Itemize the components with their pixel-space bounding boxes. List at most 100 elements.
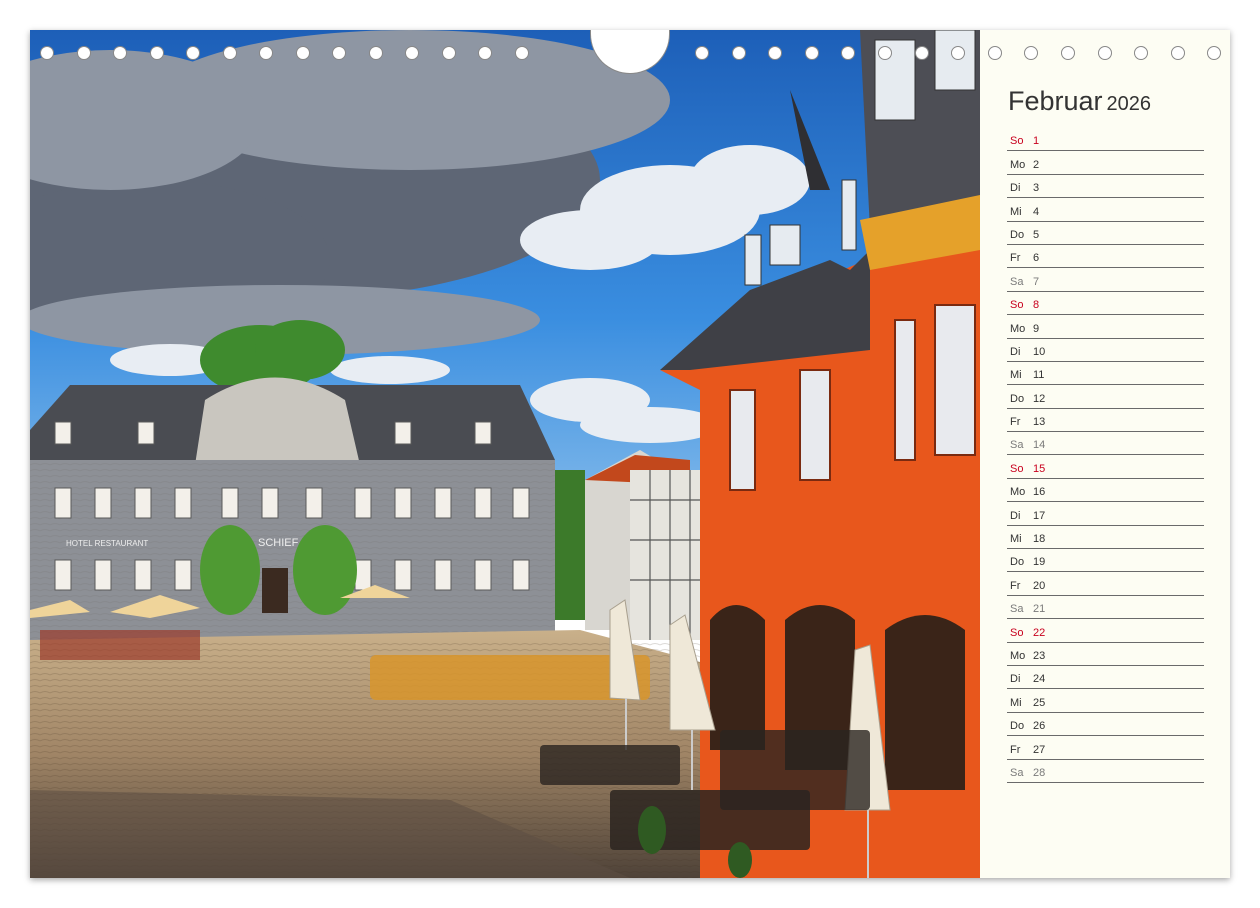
day-row: Do 26 [1007, 713, 1204, 737]
day-number: 17 [1033, 509, 1046, 522]
weekday-label: Mo [1010, 158, 1026, 171]
weekday-label: So [1010, 462, 1024, 475]
binding-ring [478, 46, 492, 60]
day-row: Do 12 [1007, 385, 1204, 409]
binding-ring [113, 46, 127, 60]
weekday-label: Mi [1010, 533, 1022, 546]
day-number: 3 [1033, 182, 1040, 195]
binding-ring [442, 46, 456, 60]
binding-ring [40, 46, 54, 60]
day-row: So 15 [1007, 455, 1204, 479]
binding-ring [768, 46, 782, 60]
binding-ring [259, 46, 273, 60]
day-row: Fr 13 [1007, 409, 1204, 433]
binding-ring [150, 46, 164, 60]
day-row: Fr 27 [1007, 736, 1204, 760]
day-number: 27 [1033, 743, 1046, 756]
day-number: 21 [1033, 603, 1046, 616]
binding-ring [515, 46, 529, 60]
weekday-label: Mo [1010, 486, 1026, 499]
day-row: Do 19 [1007, 549, 1204, 573]
binding-ring [915, 46, 929, 60]
hotel-sign: HOTEL RESTAURANT [66, 539, 148, 548]
binding-ring [296, 46, 310, 60]
weekday-label: Fr [1010, 416, 1021, 429]
day-number: 26 [1033, 720, 1046, 733]
binding-ring [951, 46, 965, 60]
weekday-label: Fr [1010, 252, 1021, 265]
weekday-label: Fr [1010, 743, 1021, 756]
day-number: 10 [1033, 345, 1046, 358]
day-row: Mo 23 [1007, 643, 1204, 666]
binding-ring [1134, 46, 1148, 60]
day-number: 9 [1033, 322, 1040, 335]
weekday-label: Sa [1010, 603, 1024, 616]
day-number: 1 [1033, 135, 1040, 148]
month-name: Februar [1008, 86, 1103, 116]
binding-ring [841, 46, 855, 60]
weekday-label: Sa [1010, 275, 1024, 288]
day-row: So 1 [1007, 128, 1204, 152]
day-row: Di 10 [1007, 339, 1204, 362]
weekday-label: Di [1010, 673, 1021, 686]
weekday-label: Do [1010, 720, 1025, 733]
day-row: Mi 18 [1007, 526, 1204, 550]
weekday-label: Do [1010, 228, 1025, 241]
year-label: 2026 [1106, 93, 1152, 115]
day-row: Di 24 [1007, 666, 1204, 690]
day-row: Sa 14 [1007, 432, 1204, 456]
day-number: 23 [1033, 649, 1046, 662]
binding-ring [1171, 46, 1185, 60]
day-number: 11 [1033, 369, 1045, 382]
day-row: Sa 21 [1007, 596, 1204, 620]
day-number: 7 [1033, 275, 1040, 288]
day-row: Mo 2 [1007, 151, 1204, 175]
hanger-hook [590, 30, 670, 74]
day-row: Mi 4 [1007, 198, 1204, 222]
binding-ring [1207, 46, 1221, 60]
day-number: 6 [1033, 252, 1040, 265]
weekday-label: Di [1010, 509, 1021, 522]
binding-ring [1098, 46, 1112, 60]
day-number: 14 [1033, 439, 1046, 452]
day-number: 8 [1033, 299, 1040, 312]
weekday-label: So [1010, 135, 1024, 148]
day-number: 15 [1033, 462, 1046, 475]
day-row: Mi 25 [1007, 689, 1204, 713]
day-list: So 1 Mo 2 Di 3 Mi 4 Do 5 Fr 6 Sa 7 So 8 Mo 9 Di 10 Mi 11 Do 12 F… [1007, 128, 1204, 783]
weekday-label: Do [1010, 392, 1025, 405]
day-row: Di 3 [1007, 175, 1204, 199]
binding-ring [223, 46, 237, 60]
day-row: Fr 6 [1007, 245, 1204, 269]
day-row: So 22 [1007, 619, 1204, 643]
schiefer-sign: SCHIEF [258, 537, 299, 549]
binding-ring [988, 46, 1002, 60]
day-row: Sa 7 [1007, 268, 1204, 292]
day-row: Fr 20 [1007, 572, 1204, 596]
day-row: Do 5 [1007, 222, 1204, 245]
binding-ring [1061, 46, 1075, 60]
weekday-label: So [1010, 299, 1024, 312]
day-number: 19 [1033, 556, 1046, 569]
weekday-label: Sa [1010, 439, 1024, 452]
day-number: 2 [1033, 158, 1040, 171]
weekday-label: Mi [1010, 696, 1022, 709]
weekday-label: Mi [1010, 205, 1022, 218]
weekday-label: Do [1010, 556, 1025, 569]
day-number: 13 [1033, 416, 1046, 429]
binding-ring [332, 46, 346, 60]
day-number: 28 [1033, 766, 1046, 779]
binding-ring [1024, 46, 1038, 60]
day-number: 24 [1033, 673, 1046, 686]
day-row: So 8 [1007, 292, 1204, 316]
day-number: 12 [1033, 392, 1046, 405]
day-row: Mo 16 [1007, 479, 1204, 503]
day-row: Sa 28 [1007, 760, 1204, 783]
spiral-binding [30, 30, 1230, 78]
binding-ring [405, 46, 419, 60]
day-number: 22 [1033, 626, 1046, 639]
day-number: 18 [1033, 533, 1046, 546]
binding-ring [369, 46, 383, 60]
binding-ring [805, 46, 819, 60]
day-number: 16 [1033, 486, 1046, 499]
